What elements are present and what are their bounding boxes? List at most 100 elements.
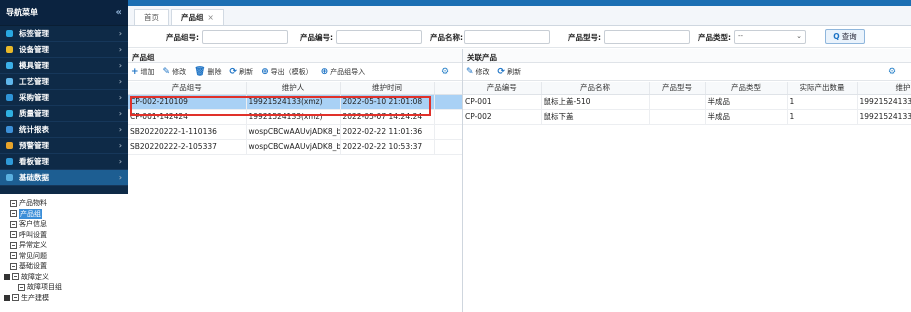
menu-item[interactable]: 统计报表 › (0, 122, 128, 138)
cell-time: 2022-02-22 11:01:36 (340, 124, 435, 140)
table-row[interactable]: SB20220222-2-105337 wospCBCwAAUvjADK8_b 20… (128, 139, 463, 155)
menu-item[interactable]: 看板管理 › (0, 154, 128, 170)
menu-item[interactable]: 工艺管理 › (0, 74, 128, 90)
menu-item[interactable]: 基础数据 › (0, 170, 128, 186)
add-button[interactable]: + 增加 (131, 67, 155, 77)
pencil-icon: ✎ (162, 67, 171, 77)
cell-empty (434, 139, 463, 155)
product-model-input[interactable] (604, 30, 690, 44)
cell-group-no: CP-001-142424 (128, 109, 247, 125)
expand-icon[interactable] (4, 273, 10, 280)
product-type-select[interactable]: -- ⌄ (734, 30, 806, 44)
tree-node[interactable]: 产品组 (4, 208, 128, 220)
device-icon (6, 46, 13, 53)
right-grid-header: 产品编号 产品名称 产品型号 产品类型 实际产出数量 维护 (463, 82, 911, 95)
process-icon (6, 78, 13, 85)
tab-product-group[interactable]: 产品组 × (171, 9, 224, 25)
col-product-name[interactable]: 产品名称 (541, 82, 650, 95)
menu-item[interactable]: 质量管理 › (0, 106, 128, 122)
right-refresh-button[interactable]: ⟳ 刷新 (498, 67, 522, 77)
tree-node[interactable]: 故障项目组 (4, 282, 128, 293)
col-group-no[interactable]: 产品组号 (128, 82, 247, 95)
left-settings-gear-icon[interactable]: ⚙ (441, 67, 449, 77)
collapse-icon[interactable]: « (116, 7, 122, 18)
cell-type: 半成品 (705, 94, 788, 110)
refresh-button[interactable]: ⟳ 刷新 (230, 67, 254, 77)
sidebar: 导航菜单 « 标签管理 › 设备管理 › 模具管理 › 工艺管理 › 采购管理 › 质量管理 › 统计报… (0, 0, 128, 312)
sidebar-title: 导航菜单 (6, 8, 38, 17)
cell-no: CP-001 (463, 94, 542, 110)
cell-maint: 19921524133 (857, 109, 911, 125)
edit-button[interactable]: ✎ 修改 (163, 67, 187, 77)
table-row[interactable]: SB20220222-1-110136 wospCBCwAAUvjADK8_b 20… (128, 124, 463, 140)
delete-label: 删除 (207, 68, 222, 76)
tree-node[interactable]: 生产建模 (4, 293, 128, 304)
import-button[interactable]: ⊕ 产品组导入 (321, 67, 366, 77)
document-icon (10, 210, 17, 218)
menu-item-label: 采购管理 (19, 93, 49, 102)
table-row[interactable]: CP-001 鼠标上盖-510 半成品 1 19921524133 (463, 94, 911, 110)
chevron-right-icon: › (118, 157, 122, 166)
col-qty[interactable]: 实际产出数量 (787, 82, 858, 95)
menu-item-label: 看板管理 (19, 157, 49, 166)
tree-node[interactable]: 产品物料 (4, 198, 128, 209)
menu-item-label: 设备管理 (19, 45, 49, 54)
tree-node-label: 客户信息 (19, 220, 47, 229)
col-product-model[interactable]: 产品型号 (649, 82, 706, 95)
right-edit-button[interactable]: ✎ 修改 (466, 67, 490, 77)
tree-node[interactable]: 基础设置 (4, 261, 128, 272)
product-type-label: 产品类型: (698, 33, 731, 42)
tree-node-label: 故障项目组 (27, 283, 62, 292)
col-product-type[interactable]: 产品类型 (705, 82, 788, 95)
right-settings-gear-icon[interactable]: ⚙ (888, 67, 896, 77)
cart-icon (6, 94, 13, 101)
tree-node[interactable]: 客户信息 (4, 219, 128, 230)
tree-node-label: 常见问题 (19, 251, 47, 260)
menu-item[interactable]: 采购管理 › (0, 90, 128, 106)
table-row[interactable]: CP-002-210109 19921524133(xmz) 2022-05-10 … (128, 94, 463, 110)
col-time[interactable]: 维护时间 (340, 82, 435, 95)
export-label: 导出（模板） (270, 68, 313, 76)
document-icon (10, 231, 17, 239)
cell-qty: 1 (787, 94, 858, 110)
delete-button[interactable]: 🗑 删除 (194, 67, 221, 77)
cell-name: 鼠标上盖-510 (541, 94, 650, 110)
tree-node[interactable]: 异常定义 (4, 240, 128, 251)
col-maintainer[interactable]: 维护人 (246, 82, 341, 95)
tree-node[interactable]: 故障定义 (4, 272, 128, 283)
menu-item-label: 工艺管理 (19, 77, 49, 86)
expand-icon[interactable] (4, 294, 10, 301)
menu-item[interactable]: 预警管理 › (0, 138, 128, 154)
cell-group-no: CP-002-210109 (128, 94, 247, 110)
document-icon (18, 283, 25, 291)
table-row[interactable]: CP-002 鼠标下盖 半成品 1 19921524133 (463, 109, 911, 125)
cell-no: CP-002 (463, 109, 542, 125)
tree-node[interactable]: 呼叫设置 (4, 230, 128, 241)
chevron-right-icon: › (118, 109, 122, 118)
menu-item[interactable]: 设备管理 › (0, 42, 128, 58)
export-button[interactable]: ⊕ 导出（模板） (261, 67, 313, 77)
col-maint[interactable]: 维护 (857, 82, 911, 95)
group-no-label: 产品组号: (166, 33, 199, 42)
product-name-input[interactable] (464, 30, 550, 44)
menu-item[interactable]: 模具管理 › (0, 58, 128, 74)
tree-node-label: 生产建模 (21, 293, 49, 302)
menu-item[interactable]: 标签管理 › (0, 26, 128, 42)
tree-node[interactable]: 常见问题 (4, 251, 128, 262)
product-no-label: 产品编号: (300, 33, 333, 42)
cell-empty (434, 109, 463, 125)
document-icon (10, 262, 17, 270)
sidebar-menu: 标签管理 › 设备管理 › 模具管理 › 工艺管理 › 采购管理 › 质量管理 › 统计报表 › 预警管理 ›… (0, 26, 128, 186)
tree-node-label: 产品组 (19, 208, 42, 219)
cell-name: 鼠标下盖 (541, 109, 650, 125)
document-icon (12, 273, 19, 281)
tab-close-icon[interactable]: × (208, 13, 214, 22)
document-icon (10, 199, 17, 207)
group-no-input[interactable] (202, 30, 288, 44)
query-button[interactable]: Q 查询 (825, 29, 865, 44)
menu-item-label: 模具管理 (19, 61, 49, 70)
col-product-no[interactable]: 产品编号 (463, 82, 542, 95)
table-row[interactable]: CP-001-142424 19921524133(xmz) 2022-05-07 … (128, 109, 463, 125)
product-no-input[interactable] (336, 30, 422, 44)
tab-home[interactable]: 首页 (134, 9, 169, 25)
